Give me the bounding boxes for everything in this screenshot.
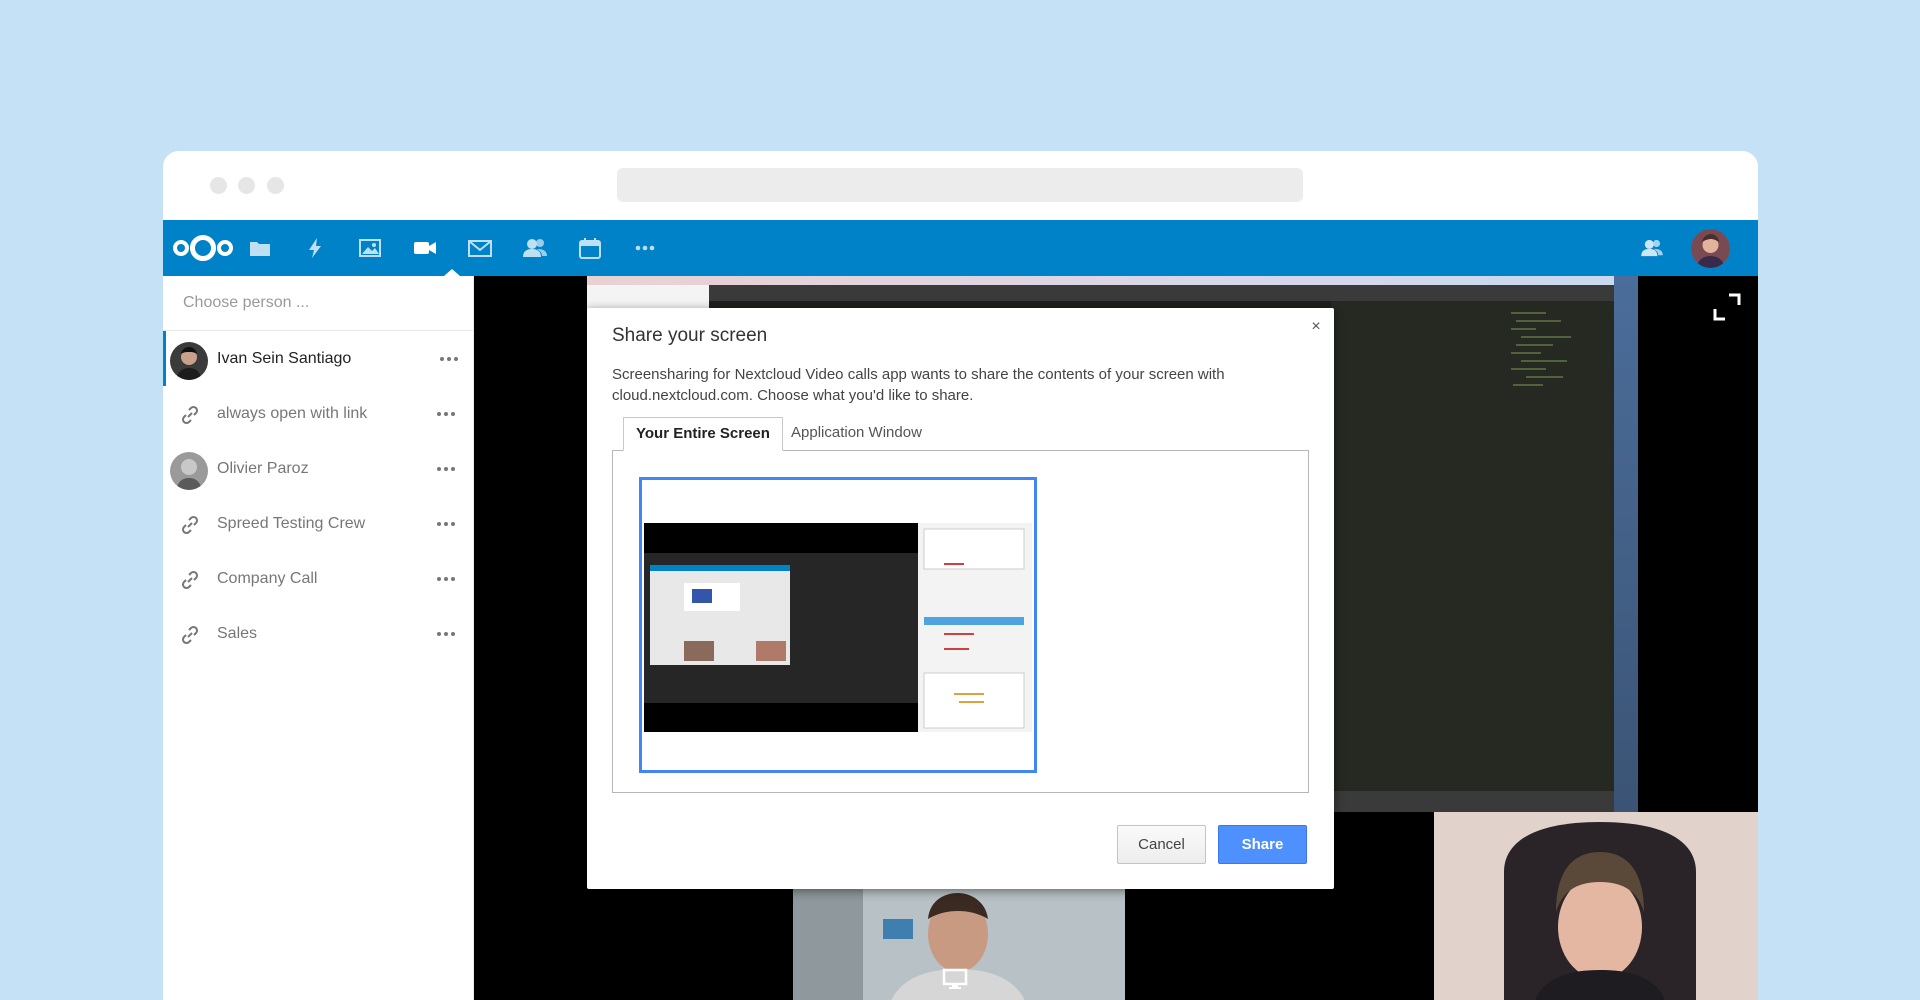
folder-icon[interactable] (247, 235, 273, 261)
window-maximize-dot[interactable] (267, 177, 284, 194)
link-icon (180, 515, 200, 535)
share-screen-dialog: Share your screen × Screensharing for Ne… (587, 308, 1334, 889)
room-name: Company Call (217, 570, 318, 587)
room-name: Ivan Sein Santiago (217, 350, 352, 367)
dialog-title: Share your screen (612, 325, 768, 346)
search-container (163, 276, 473, 331)
room-name: always open with link (217, 405, 368, 422)
participant-video (1434, 812, 1758, 1000)
room-name: Sales (217, 625, 258, 642)
room-item-sales[interactable]: Sales (163, 606, 473, 661)
link-icon (180, 405, 200, 425)
nextcloud-logo[interactable] (171, 232, 235, 269)
window-minimize-dot[interactable] (238, 177, 255, 194)
room-more-menu-icon[interactable] (437, 463, 461, 475)
room-item-spreed-testing-crew[interactable]: Spreed Testing Crew (163, 496, 473, 551)
room-item-olivier-paroz[interactable]: Olivier Paroz (163, 441, 473, 496)
video-call-icon[interactable] (412, 235, 438, 261)
room-more-menu-icon[interactable] (437, 518, 461, 530)
room-item-ivan-sein-santiago[interactable]: Ivan Sein Santiago (163, 331, 473, 386)
room-more-menu-icon[interactable] (437, 628, 461, 640)
tab-entire-screen[interactable]: Your Entire Screen (623, 417, 783, 451)
room-item-always-open-with-link[interactable]: always open with link (163, 386, 473, 441)
tab-application-window[interactable]: Application Window (779, 417, 934, 449)
room-item-company-call[interactable]: Company Call (163, 551, 473, 606)
fullscreen-icon[interactable] (1712, 292, 1742, 322)
contacts-icon[interactable] (522, 235, 548, 261)
close-icon[interactable]: × (1307, 318, 1325, 336)
room-more-menu-icon[interactable] (437, 408, 461, 420)
avatar (170, 452, 208, 490)
conversation-sidebar: Ivan Sein Santiago always open with link… (163, 276, 474, 1000)
link-icon (180, 625, 200, 645)
app-header (163, 220, 1758, 276)
shared-screen-dock (1614, 276, 1638, 812)
shared-screen-menubar (587, 276, 1638, 285)
gallery-icon[interactable] (357, 235, 383, 261)
share-button[interactable]: Share (1218, 825, 1307, 864)
room-name: Spreed Testing Crew (217, 515, 366, 532)
dialog-description: Screensharing for Nextcloud Video calls … (612, 366, 1225, 404)
shared-screen-tabbar (587, 285, 1638, 301)
contacts-menu-icon[interactable] (1639, 235, 1665, 261)
screen-thumbnail[interactable] (639, 477, 1037, 773)
link-icon (180, 570, 200, 590)
cancel-button[interactable]: Cancel (1117, 825, 1206, 864)
tab-panel (612, 450, 1309, 793)
user-avatar[interactable] (1691, 229, 1730, 268)
shared-screen-code-editor (1331, 301, 1614, 812)
avatar (170, 342, 208, 380)
more-apps-icon[interactable] (632, 235, 658, 261)
choose-person-input[interactable] (181, 293, 455, 313)
active-app-caret (444, 269, 460, 276)
room-more-menu-icon[interactable] (440, 353, 464, 365)
shared-screen-statusbar (1331, 791, 1614, 812)
room-name: Olivier Paroz (217, 460, 309, 477)
browser-chrome (163, 151, 1758, 220)
window-close-dot[interactable] (210, 177, 227, 194)
mail-icon[interactable] (467, 235, 493, 261)
address-bar[interactable] (617, 168, 1303, 202)
screen-thumbnail-preview (644, 523, 1032, 732)
screen-share-indicator-icon (942, 968, 968, 990)
activity-icon[interactable] (302, 235, 328, 261)
calendar-icon[interactable] (577, 235, 603, 261)
room-more-menu-icon[interactable] (437, 573, 461, 585)
